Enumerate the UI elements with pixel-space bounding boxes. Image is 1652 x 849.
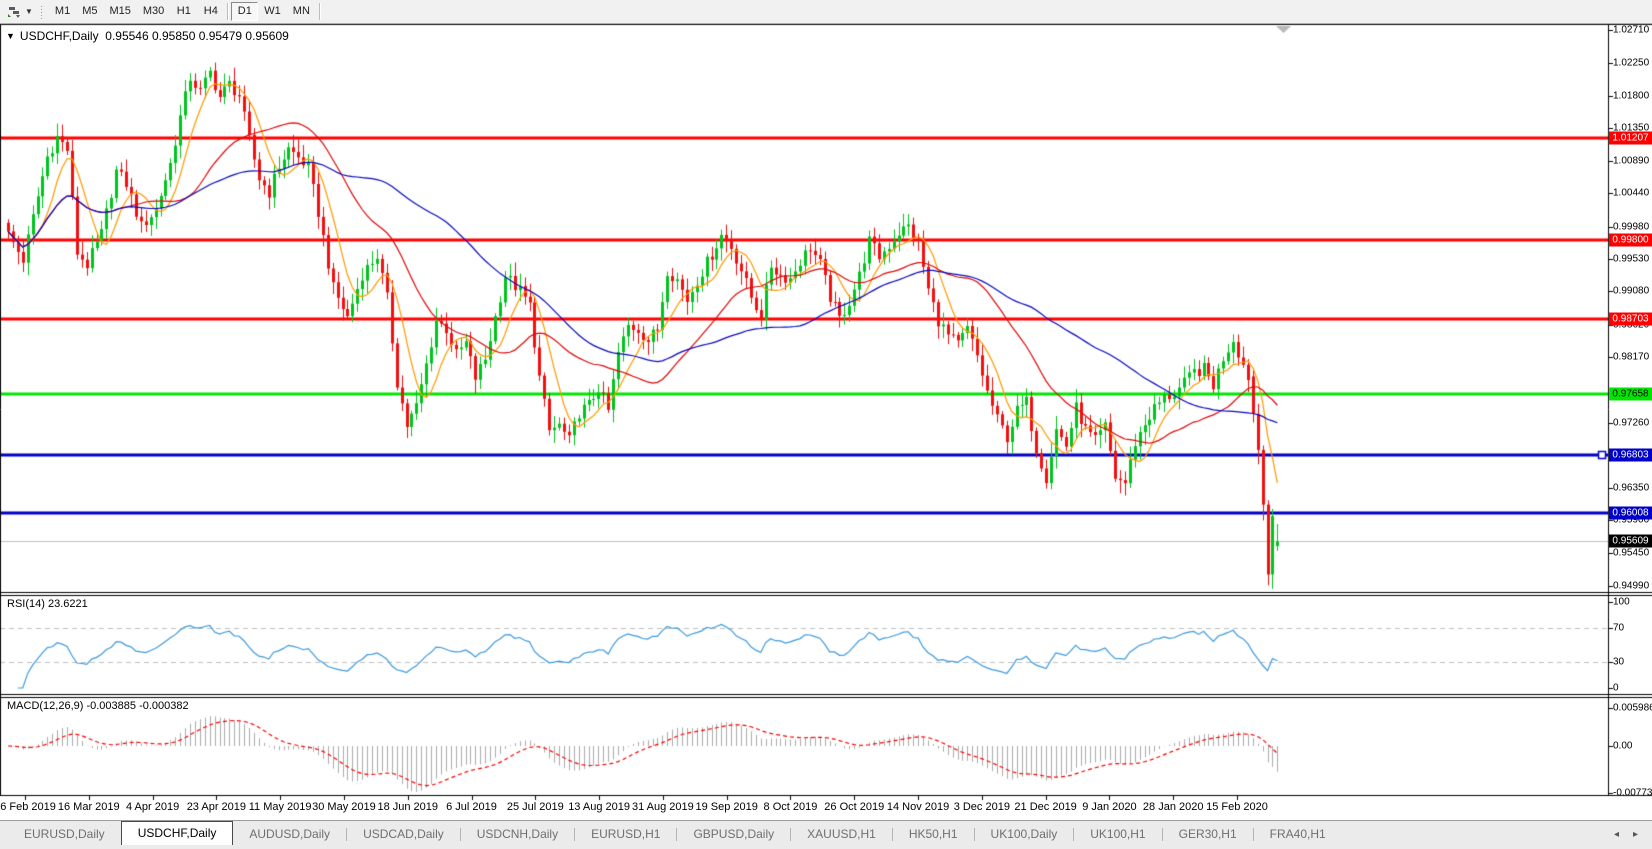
toolbar-separator <box>227 3 228 20</box>
rsi-axis-tick: 30 <box>1613 657 1624 668</box>
hline-price-label: 0.96008 <box>1609 506 1652 519</box>
chart-tab-eurusd-h1[interactable]: EURUSD,H1 <box>575 824 676 845</box>
chart-tab-ger30-h1[interactable]: GER30,H1 <box>1163 824 1253 845</box>
chart-tab-fra40-h1[interactable]: FRA40,H1 <box>1254 824 1342 845</box>
timeframe-button-m30[interactable]: M30 <box>137 2 170 21</box>
timeframe-button-m1[interactable]: M1 <box>49 2 76 21</box>
timeframe-toolbar: ▼ M1M5M15M30H1H4 D1W1MN <box>0 0 1652 24</box>
chart-tab-bar: EURUSD,DailyUSDCHF,DailyAUDUSD,DailyUSDC… <box>0 820 1652 849</box>
chart-tab-uk100-h1[interactable]: UK100,H1 <box>1074 824 1161 845</box>
tab-nav: ◂ ▸ <box>1614 829 1638 840</box>
tab-scroll-right-icon[interactable]: ▸ <box>1633 829 1638 840</box>
chart-tab-usdcnh-daily[interactable]: USDCNH,Daily <box>461 824 574 845</box>
price-axis-tick: 1.02250 <box>1613 58 1649 69</box>
price-axis-tick: 0.95450 <box>1613 547 1649 558</box>
price-axis-tick: 0.99530 <box>1613 254 1649 265</box>
date-axis-label: 15 Feb 2020 <box>1192 801 1282 813</box>
chart-tab-hk50-h1[interactable]: HK50,H1 <box>893 824 974 845</box>
chart-canvas[interactable] <box>0 0 1652 849</box>
price-axis-tick: 0.97260 <box>1613 417 1649 428</box>
price-axis-tick: 0.99080 <box>1613 286 1649 297</box>
tab-scroll-left-icon[interactable]: ◂ <box>1614 829 1619 840</box>
chart-tab-uk100-daily[interactable]: UK100,Daily <box>975 824 1074 845</box>
hline-price-label: 0.97658 <box>1609 387 1652 400</box>
hline-price-label: 0.99800 <box>1609 233 1652 246</box>
indicators-icon <box>6 5 22 19</box>
chart-tab-gbpusd-daily[interactable]: GBPUSD,Daily <box>677 824 790 845</box>
chart-tab-usdcad-daily[interactable]: USDCAD,Daily <box>347 824 460 845</box>
chart-title-symbol: USDCHF,Daily <box>20 29 99 43</box>
rsi-indicator-label: RSI(14) 23.6221 <box>7 598 88 610</box>
price-axis-tick: 1.02710 <box>1613 25 1649 36</box>
chart-tab-eurusd-daily[interactable]: EURUSD,Daily <box>8 824 121 845</box>
toolbar-drag-handle <box>40 4 44 20</box>
timeframe-button-m5[interactable]: M5 <box>76 2 103 21</box>
current-price-label: 0.95609 <box>1609 535 1652 548</box>
macd-axis-tick: -0.007737 <box>1613 788 1652 799</box>
timeframe-button-mn[interactable]: MN <box>287 2 316 21</box>
price-axis-tick: 1.00890 <box>1613 156 1649 167</box>
chart-title: ▼ USDCHF,Daily 0.95546 0.95850 0.95479 0.… <box>6 29 289 43</box>
hline-price-label: 0.96803 <box>1609 449 1652 462</box>
chart-tab-audusd-daily[interactable]: AUDUSD,Daily <box>233 824 346 845</box>
chart-title-collapse-icon[interactable]: ▼ <box>6 31 15 41</box>
price-axis-tick: 0.94990 <box>1613 581 1649 592</box>
rsi-axis-tick: 0 <box>1613 683 1619 694</box>
chart-tools-button[interactable]: ▼ <box>3 2 36 22</box>
chevron-down-icon: ▼ <box>25 7 33 16</box>
price-axis-tick: 0.98170 <box>1613 351 1649 362</box>
timeframe-button-d1[interactable]: D1 <box>231 2 258 21</box>
price-axis-tick: 0.96350 <box>1613 483 1649 494</box>
macd-axis-tick: 0.005986 <box>1613 703 1652 714</box>
rsi-axis-tick: 100 <box>1613 597 1630 608</box>
price-axis-tick: 0.99980 <box>1613 221 1649 232</box>
price-axis-tick: 1.01800 <box>1613 90 1649 101</box>
timeframe-button-h1[interactable]: H1 <box>170 2 197 21</box>
trading-terminal-window: ▼ M1M5M15M30H1H4 D1W1MN ▼ USDCHF,Daily 0.9… <box>0 0 1652 849</box>
chart-tab-xauusd-h1[interactable]: XAUUSD,H1 <box>791 824 892 845</box>
macd-axis-tick: 0.00 <box>1613 741 1632 752</box>
toolbar-separator <box>319 3 320 20</box>
hline-price-label: 0.98703 <box>1609 312 1652 325</box>
hline-price-label: 1.01207 <box>1609 132 1652 145</box>
rsi-axis-tick: 70 <box>1613 622 1624 633</box>
timeframe-button-m15[interactable]: M15 <box>103 2 136 21</box>
chart-tab-usdchf-daily[interactable]: USDCHF,Daily <box>121 821 234 845</box>
macd-indicator-label: MACD(12,26,9) -0.003885 -0.000382 <box>7 700 189 712</box>
price-axis-tick: 1.00440 <box>1613 188 1649 199</box>
timeframe-button-h4[interactable]: H4 <box>197 2 224 21</box>
chart-title-ohlc: 0.95546 0.95850 0.95479 0.95609 <box>105 29 289 43</box>
timeframe-button-w1[interactable]: W1 <box>258 2 287 21</box>
